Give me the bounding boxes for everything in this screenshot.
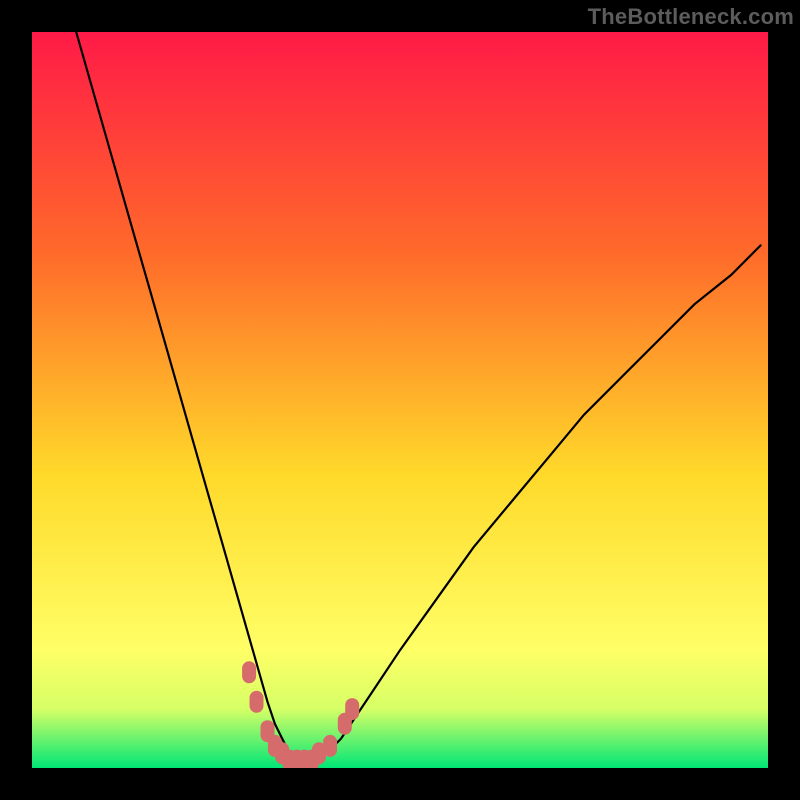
marker-dot (345, 698, 359, 720)
chart-svg (32, 32, 768, 768)
watermark-text: TheBottleneck.com (588, 6, 794, 28)
marker-dot (242, 661, 256, 683)
marker-dot (250, 691, 264, 713)
chart-area (32, 32, 768, 768)
marker-dot (323, 735, 337, 757)
gradient-bg (32, 32, 768, 768)
